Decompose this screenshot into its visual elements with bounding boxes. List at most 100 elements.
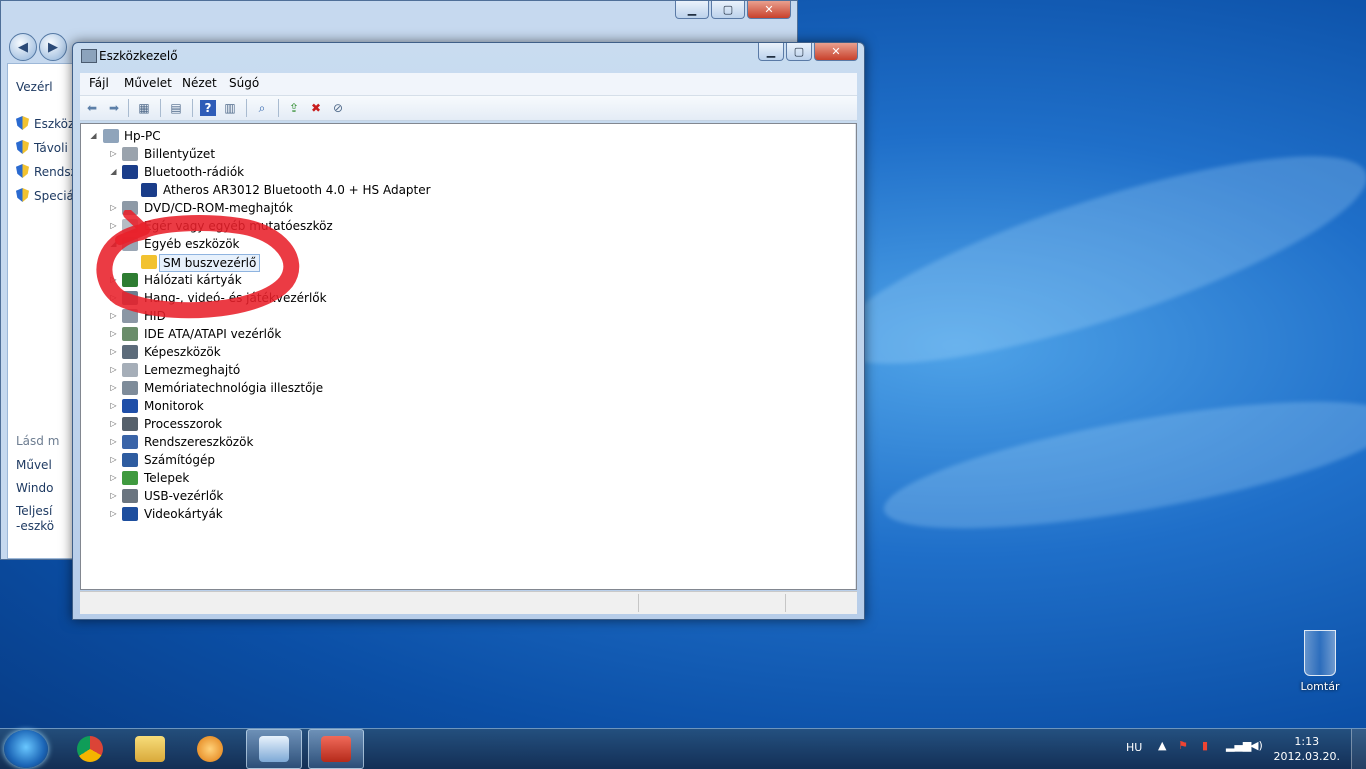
navigation-buttons: ◀ ▶ (9, 33, 67, 61)
close-button[interactable]: ✕ (814, 43, 858, 61)
expand-icon[interactable]: ▷ (109, 469, 118, 487)
tree-category-item[interactable]: HID (144, 307, 166, 325)
tree-category-item[interactable]: Memóriatechnológia illesztője (144, 379, 323, 397)
menu-view[interactable]: Nézet (182, 76, 217, 90)
expand-icon[interactable]: ▷ (109, 415, 118, 433)
menu-action[interactable]: Művelet (124, 76, 172, 90)
tree-device-item[interactable]: Atheros AR3012 Bluetooth 4.0 + HS Adapte… (163, 181, 431, 199)
usb-icon (122, 489, 138, 503)
sidebar-item-label: Rendsz (34, 165, 77, 179)
start-button[interactable] (4, 730, 48, 768)
tree-category-item[interactable]: Processzorok (144, 415, 222, 433)
tree-category-item[interactable]: DVD/CD-ROM-meghajtók (144, 199, 293, 217)
taskbar-chrome[interactable] (62, 729, 118, 769)
tree-category-item[interactable]: Rendszereszközök (144, 433, 253, 451)
menu-help[interactable]: Súgó (229, 76, 259, 90)
sidebar-item-label: Távoli (34, 141, 68, 155)
tree-category-item[interactable]: Videokártyák (144, 505, 223, 523)
sidebar-item-remote[interactable]: Távoli (16, 140, 68, 155)
clock[interactable]: 1:13 2012.03.20. (1274, 734, 1340, 764)
taskbar: HU ▲ ⚑ ▮ ▂▄▆ ◀) 1:13 2012.03.20. (0, 728, 1366, 769)
back-arrow-icon[interactable]: ⬅ (84, 100, 100, 116)
camera-icon (122, 345, 138, 359)
collapse-icon[interactable]: ◢ (109, 235, 118, 253)
taskbar-device-manager[interactable] (308, 729, 364, 769)
expand-icon[interactable]: ▷ (109, 271, 118, 289)
maximize-button[interactable]: ▢ (711, 1, 745, 19)
expand-icon[interactable]: ▷ (109, 145, 118, 163)
action-center-icon[interactable]: ⚑ (1178, 739, 1188, 752)
scan-hardware-icon[interactable]: ⌕ (254, 100, 270, 116)
tree-category-item[interactable]: Hang-, videó- és játékvezérlők (144, 289, 327, 307)
show-desktop-button[interactable] (1351, 729, 1366, 769)
tree-category-item[interactable]: Telepek (144, 469, 189, 487)
monitor-icon (122, 399, 138, 413)
expand-icon[interactable]: ▷ (109, 199, 118, 217)
properties-icon[interactable]: ▤ (168, 100, 184, 116)
see-also-link[interactable]: Windo (16, 481, 54, 495)
expand-icon[interactable]: ▷ (109, 379, 118, 397)
tree-category-item[interactable]: Monitorok (144, 397, 204, 415)
back-arrow-icon[interactable]: ◀ (9, 33, 37, 61)
expand-icon[interactable]: ▷ (109, 343, 118, 361)
disable-device-icon[interactable]: ⊘ (330, 100, 346, 116)
expand-icon[interactable]: ▷ (109, 487, 118, 505)
network-icon[interactable]: ▂▄▆ (1226, 739, 1251, 752)
expand-icon[interactable]: ▷ (109, 307, 118, 325)
tree-edge (855, 124, 856, 589)
expand-icon[interactable]: ▷ (109, 451, 118, 469)
tree-category-item[interactable]: USB-vezérlők (144, 487, 223, 505)
tree-category-item[interactable]: Egyéb eszközök (144, 235, 240, 253)
update-driver-icon[interactable]: ⇪ (286, 100, 302, 116)
taskbar-control-panel[interactable] (246, 729, 302, 769)
volume-icon[interactable]: ◀) (1250, 739, 1263, 752)
collapse-icon[interactable]: ◢ (109, 163, 118, 181)
tree-root-hp-pc[interactable]: Hp-PC (124, 127, 161, 145)
tree-category-item[interactable]: Egér vagy egyéb mutatóeszköz (144, 217, 333, 235)
minimize-button[interactable]: ▁ (758, 43, 784, 61)
menu-file[interactable]: Fájl (89, 76, 109, 90)
forward-arrow-icon[interactable]: ➡ (106, 100, 122, 116)
expand-icon[interactable]: ▷ (109, 289, 118, 307)
tree-category-item[interactable]: Billentyűzet (144, 145, 215, 163)
power-icon[interactable]: ▮ (1202, 739, 1208, 752)
taskbar-media-player[interactable] (182, 729, 238, 769)
minimize-button[interactable]: ▁ (675, 1, 709, 19)
console-tree-icon[interactable]: ▦ (136, 100, 152, 116)
forward-arrow-icon[interactable]: ▶ (39, 33, 67, 61)
see-also-link[interactable]: Művel (16, 458, 52, 472)
recycle-bin[interactable]: Lomtár (1292, 630, 1348, 693)
sidebar-item-device-manager[interactable]: Eszköz (16, 116, 74, 131)
see-also-link[interactable]: -eszkö (16, 519, 54, 533)
tree-category-item[interactable]: Hálózati kártyák (144, 271, 242, 289)
recycle-bin-icon (1304, 630, 1336, 676)
tree-category-item[interactable]: IDE ATA/ATAPI vezérlők (144, 325, 281, 343)
tree-category-item[interactable]: Képeszközök (144, 343, 221, 361)
toolbar: ⬅ ➡ ▦ ▤ ? ▥ ⌕ ⇪ ✖ ⊘ (80, 96, 857, 121)
expand-icon[interactable]: ▷ (109, 325, 118, 343)
sidebar-item-system-protection[interactable]: Rendsz (16, 164, 77, 179)
expand-icon[interactable]: ▷ (109, 397, 118, 415)
language-indicator[interactable]: HU (1126, 741, 1142, 754)
expand-icon[interactable]: ▷ (109, 217, 118, 235)
expand-icon[interactable]: ▷ (109, 433, 118, 451)
tree-category-item[interactable]: Bluetooth-rádiók (144, 163, 244, 181)
taskbar-explorer[interactable] (122, 729, 178, 769)
show-hidden-icons-icon[interactable]: ▲ (1158, 739, 1166, 752)
see-also-heading: Lásd m (16, 434, 60, 448)
expand-icon[interactable]: ▷ (109, 361, 118, 379)
collapse-icon[interactable]: ◢ (89, 127, 98, 145)
see-also-link[interactable]: Teljesí (16, 504, 52, 518)
help-icon[interactable]: ? (200, 100, 216, 116)
tree-device-item[interactable]: SM buszvezérlő (159, 254, 261, 272)
uninstall-device-icon[interactable]: ✖ (308, 100, 324, 116)
control-panel-sidebar: Vezérl Eszköz Távoli Rendsz Speciá Lásd … (7, 63, 77, 559)
close-button[interactable]: ✕ (747, 1, 791, 19)
tree-category-item[interactable]: Lemezmeghajtó (144, 361, 240, 379)
tree-category-item[interactable]: Számítógép (144, 451, 215, 469)
sidebar-item-advanced[interactable]: Speciá (16, 188, 74, 203)
expand-icon[interactable]: ▷ (109, 505, 118, 523)
action-pane-icon[interactable]: ▥ (222, 100, 238, 116)
maximize-button[interactable]: ▢ (786, 43, 812, 61)
hid-icon (122, 309, 138, 323)
